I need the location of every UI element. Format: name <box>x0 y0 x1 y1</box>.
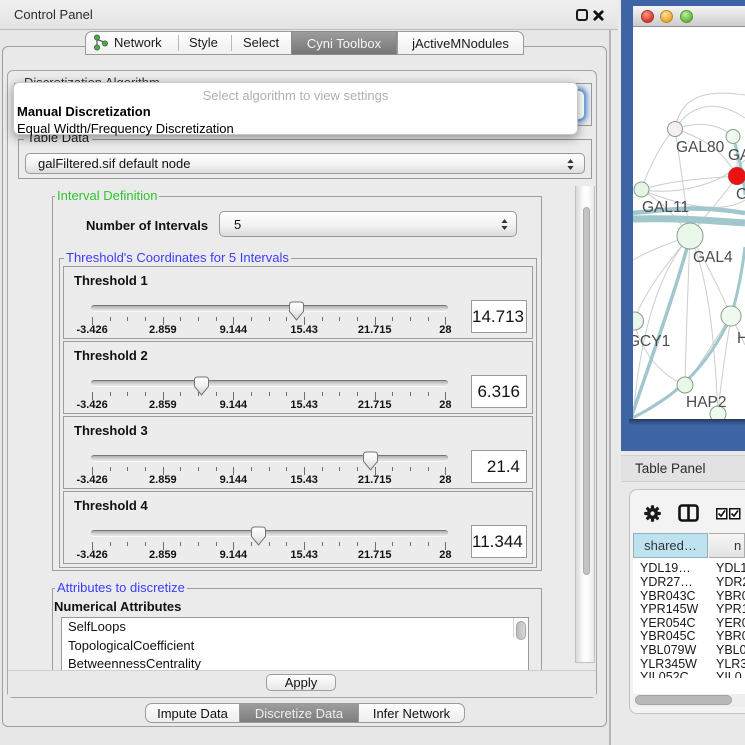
svg-text:GA: GA <box>728 147 745 164</box>
svg-text:GCY1: GCY1 <box>633 333 670 350</box>
svg-text:H: H <box>737 330 745 347</box>
svg-text:HAP2: HAP2 <box>686 394 727 411</box>
svg-text:GAL11: GAL11 <box>642 199 689 216</box>
svg-text:GAL4: GAL4 <box>693 249 733 266</box>
svg-text:C: C <box>736 186 745 203</box>
svg-text:GAL80: GAL80 <box>676 139 725 156</box>
